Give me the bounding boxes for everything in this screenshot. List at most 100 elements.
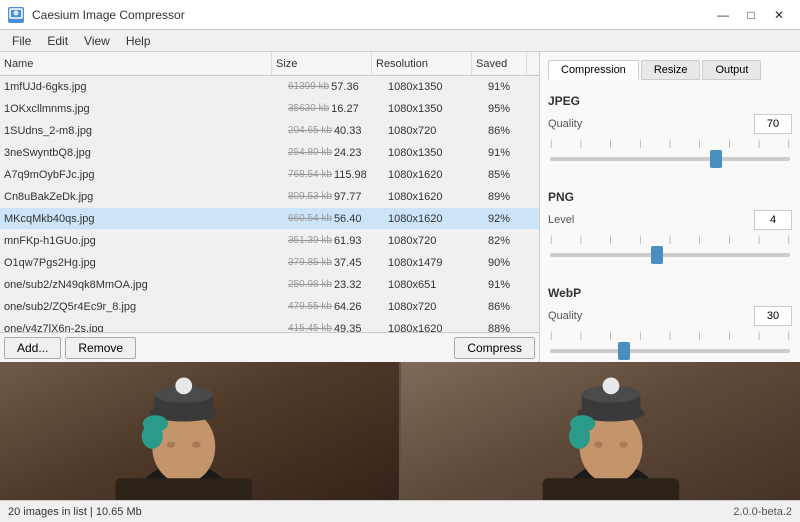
file-size: 204.65 kb 40.33 (284, 125, 384, 137)
jpeg-quality-input[interactable] (754, 114, 792, 134)
preview-compressed (399, 362, 800, 500)
table-row[interactable]: 3neSwyntbQ8.jpg 254.80 kb 24.23 1080x135… (0, 142, 539, 164)
table-row[interactable]: 1OKxcllmnms.jpg 35630 kb 16.27 1080x1350… (0, 98, 539, 120)
file-saved: 91% (484, 81, 539, 93)
file-size: 809.53 kb 97.77 (284, 191, 384, 203)
file-size: 250.98 kb 23.32 (284, 279, 384, 291)
file-saved: 89% (484, 191, 539, 203)
file-saved: 82% (484, 235, 539, 247)
file-name: one/y4z7lX6n-2s.jpg (0, 323, 284, 333)
file-name: MKcqMkb40qs.jpg (0, 213, 284, 225)
file-size: 61399 kb 57.36 (284, 81, 384, 93)
preview-original (0, 362, 399, 500)
file-resolution: 1080x720 (384, 301, 484, 313)
file-name: one/sub2/zN49qk8MmOA.jpg (0, 279, 284, 291)
webp-quality-row: Quality (548, 306, 792, 326)
status-version: 2.0.0-beta.2 (733, 506, 792, 518)
file-resolution: 1080x1620 (384, 213, 484, 225)
add-button[interactable]: Add... (4, 337, 61, 359)
toolbar: Add... Remove Compress (0, 332, 539, 362)
file-name: 1mfUJd-6gks.jpg (0, 81, 284, 93)
table-row[interactable]: one/sub2/zN49qk8MmOA.jpg 250.98 kb 23.32… (0, 274, 539, 296)
minimize-button[interactable]: — (710, 5, 736, 25)
tab-resize[interactable]: Resize (641, 60, 701, 80)
file-saved: 91% (484, 147, 539, 159)
file-size: 35630 kb 16.27 (284, 103, 384, 115)
file-name: 3neSwyntbQ8.jpg (0, 147, 284, 159)
app-title: Caesium Image Compressor (32, 8, 185, 22)
file-saved: 91% (484, 279, 539, 291)
table-row[interactable]: mnFKp-h1GUo.jpg 351.39 kb 61.93 1080x720… (0, 230, 539, 252)
png-level-label: Level (548, 214, 748, 226)
table-row[interactable]: Cn8uBakZeDk.jpg 809.53 kb 97.77 1080x162… (0, 186, 539, 208)
jpeg-quality-row: Quality (548, 114, 792, 134)
file-size: 379.85 kb 37.45 (284, 257, 384, 269)
file-saved: 85% (484, 169, 539, 181)
tabs: Compression Resize Output (548, 60, 792, 80)
table-row[interactable]: one/y4z7lX6n-2s.jpg 415.45 kb 49.35 1080… (0, 318, 539, 332)
table-row[interactable]: 1SUdns_2-m8.jpg 204.65 kb 40.33 1080x720… (0, 120, 539, 142)
menu-view[interactable]: View (76, 32, 118, 50)
file-size: 254.80 kb 24.23 (284, 147, 384, 159)
app-icon (8, 7, 24, 23)
tab-output[interactable]: Output (702, 60, 761, 80)
col-resolution: Resolution (372, 52, 472, 75)
file-size: 768.54 kb 115.98 (284, 169, 384, 181)
table-row[interactable]: MKcqMkb40qs.jpg 660.54 kb 56.40 1080x162… (0, 208, 539, 230)
file-name: one/sub2/ZQ5r4Ec9r_8.jpg (0, 301, 284, 313)
remove-button[interactable]: Remove (65, 337, 136, 359)
statusbar: 20 images in list | 10.65 Mb 2.0.0-beta.… (0, 500, 800, 522)
table-row[interactable]: one/sub2/ZQ5r4Ec9r_8.jpg 479.55 kb 64.26… (0, 296, 539, 318)
col-size: Size (272, 52, 372, 75)
file-size: 479.55 kb 64.26 (284, 301, 384, 313)
titlebar: Caesium Image Compressor — □ ✕ (0, 0, 800, 30)
menu-file[interactable]: File (4, 32, 39, 50)
file-size: 660.54 kb 56.40 (284, 213, 384, 225)
webp-slider-container: ||||||||| (548, 330, 792, 356)
file-resolution: 1080x1350 (384, 103, 484, 115)
file-saved: 86% (484, 301, 539, 313)
webp-quality-input[interactable] (754, 306, 792, 326)
file-saved: 95% (484, 103, 539, 115)
jpeg-quality-slider[interactable] (550, 157, 790, 161)
file-name: 1SUdns_2-m8.jpg (0, 125, 284, 137)
preview-area (0, 362, 800, 500)
window-controls: — □ ✕ (710, 5, 792, 25)
file-list-scroll[interactable]: 1mfUJd-6gks.jpg 61399 kb 57.36 1080x1350… (0, 76, 539, 332)
table-row[interactable]: O1qw7Pgs2Hg.jpg 379.85 kb 37.45 1080x147… (0, 252, 539, 274)
file-size: 351.39 kb 61.93 (284, 235, 384, 247)
col-name: Name (0, 52, 272, 75)
table-row[interactable]: 1mfUJd-6gks.jpg 61399 kb 57.36 1080x1350… (0, 76, 539, 98)
right-panel: Compression Resize Output JPEG Quality |… (540, 52, 800, 362)
png-level-slider[interactable] (550, 253, 790, 257)
jpeg-section-title: JPEG (548, 94, 792, 108)
status-images-count: 20 images in list | 10.65 Mb (8, 506, 142, 518)
file-resolution: 1080x1620 (384, 169, 484, 181)
file-resolution: 1080x651 (384, 279, 484, 291)
preview-original-image (0, 362, 399, 500)
close-button[interactable]: ✕ (766, 5, 792, 25)
file-saved: 90% (484, 257, 539, 269)
png-level-row: Level (548, 210, 792, 230)
png-level-input[interactable] (754, 210, 792, 230)
file-name: Cn8uBakZeDk.jpg (0, 191, 284, 203)
maximize-button[interactable]: □ (738, 5, 764, 25)
png-section-title: PNG (548, 190, 792, 204)
menu-edit[interactable]: Edit (39, 32, 76, 50)
tab-compression[interactable]: Compression (548, 60, 639, 80)
menubar: File Edit View Help (0, 30, 800, 52)
file-resolution: 1080x1350 (384, 147, 484, 159)
file-name: mnFKp-h1GUo.jpg (0, 235, 284, 247)
file-saved: 86% (484, 125, 539, 137)
webp-quality-slider[interactable] (550, 349, 790, 353)
jpeg-slider-container: ||||||||| (548, 138, 792, 164)
file-resolution: 1080x1479 (384, 257, 484, 269)
file-resolution: 1080x1620 (384, 323, 484, 333)
file-resolution: 1080x1620 (384, 191, 484, 203)
file-name: A7q9mOybFJc.jpg (0, 169, 284, 181)
menu-help[interactable]: Help (118, 32, 159, 50)
compress-button[interactable]: Compress (454, 337, 535, 359)
top-section: Name Size Resolution Saved 1mfUJd-6gks.j… (0, 52, 800, 362)
table-row[interactable]: A7q9mOybFJc.jpg 768.54 kb 115.98 1080x16… (0, 164, 539, 186)
file-name: 1OKxcllmnms.jpg (0, 103, 284, 115)
